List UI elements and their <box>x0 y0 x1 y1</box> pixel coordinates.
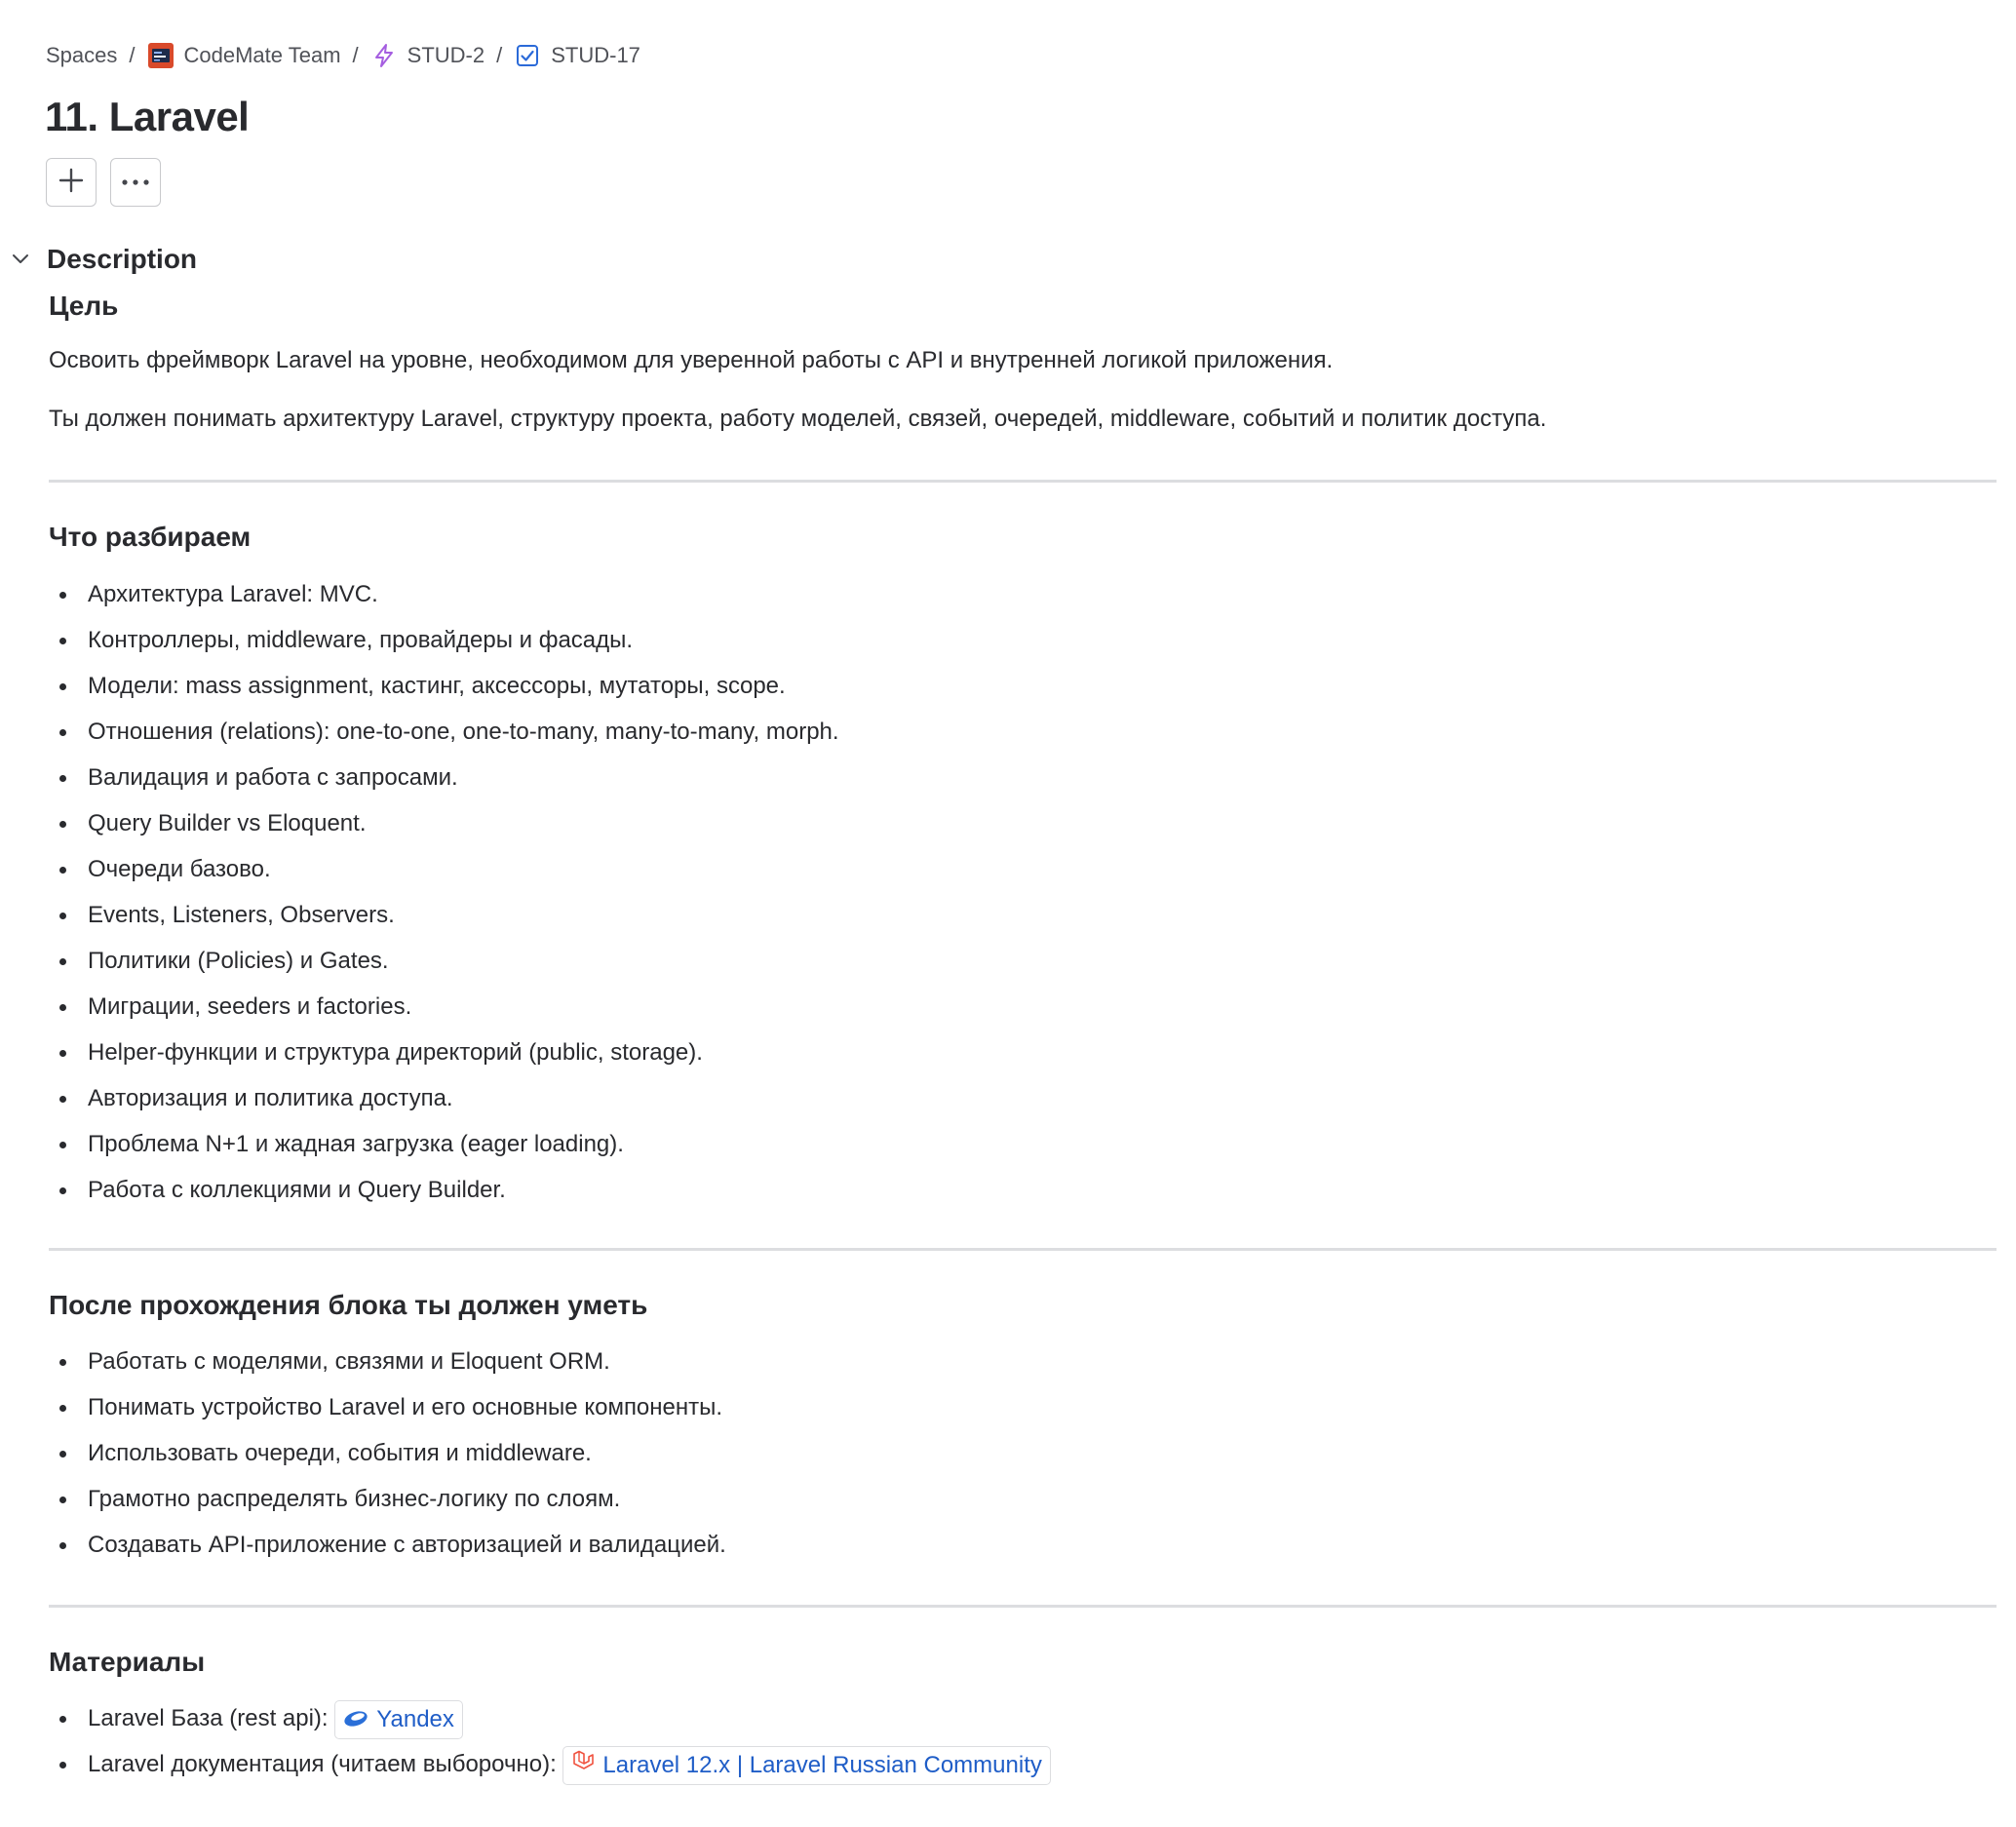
divider <box>49 1248 1997 1251</box>
yandex-disk-icon <box>343 1701 368 1738</box>
add-button[interactable] <box>46 158 97 207</box>
add-icon <box>58 168 84 198</box>
title-actions <box>46 158 161 207</box>
breadcrumb-label: Spaces <box>46 43 118 67</box>
list-item: Laravel База (rest api): Yandex <box>49 1695 1051 1741</box>
list-item: Events, Listeners, Observers. <box>49 892 839 938</box>
list-item: Laravel документация (читаем выборочно):… <box>49 1741 1051 1787</box>
breadcrumb-project[interactable]: CodeMate Team <box>147 42 341 69</box>
list-item: Отношения (relations): one-to-one, one-t… <box>49 709 839 755</box>
list-item: Политики (Policies) и Gates. <box>49 938 839 984</box>
materials-list: Laravel База (rest api): Yandex Laravel … <box>49 1695 1051 1787</box>
breadcrumb-task[interactable]: STUD-17 <box>514 42 640 69</box>
divider <box>49 480 1997 483</box>
link-label: Laravel 12.x | Laravel Russian Community <box>602 1751 1042 1778</box>
material-text: Laravel База (rest api): <box>88 1705 329 1731</box>
more-icon <box>121 174 150 191</box>
list-item: Helper-функции и структура директорий (p… <box>49 1030 839 1075</box>
list-item: Использовать очереди, события и middlewa… <box>49 1430 726 1476</box>
list-item: Работать с моделями, связями и Eloquent … <box>49 1339 726 1384</box>
breadcrumb-spaces[interactable]: Spaces <box>46 43 117 68</box>
description-label: Description <box>47 244 198 274</box>
list-item: Модели: mass assignment, кастинг, аксесс… <box>49 663 839 709</box>
list-item: Контроллеры, middleware, провайдеры и фа… <box>49 617 839 663</box>
goal-paragraph: Ты должен понимать архитектуру Laravel, … <box>49 406 1547 432</box>
list-item: Миграции, seeders и factories. <box>49 984 839 1030</box>
goal-paragraph: Освоить фреймворк Laravel на уровне, нео… <box>49 347 1334 373</box>
breadcrumb: Spaces / CodeMate Team / STUD-2 / STUD-1… <box>46 41 640 70</box>
breadcrumb-label: STUD-2 <box>407 43 485 67</box>
material-text: Laravel документация (читаем выборочно): <box>88 1751 557 1777</box>
link-label: Yandex <box>376 1705 454 1732</box>
outcomes-list: Работать с моделями, связями и Eloquent … <box>49 1339 726 1568</box>
breadcrumb-separator: / <box>129 43 136 67</box>
divider <box>49 1605 1997 1608</box>
topics-heading: Что разбираем <box>49 522 252 552</box>
list-item: Понимать устройство Laravel и его основн… <box>49 1384 726 1430</box>
description-header: Description <box>10 244 197 275</box>
yandex-link[interactable]: Yandex <box>334 1699 463 1739</box>
breadcrumb-epic[interactable]: STUD-2 <box>370 42 485 69</box>
page-title: 11. Laravel <box>45 94 250 139</box>
breadcrumb-label: STUD-17 <box>551 43 640 67</box>
topics-list: Архитектура Laravel: MVC. Контроллеры, m… <box>49 571 839 1213</box>
materials-heading: Материалы <box>49 1647 206 1677</box>
breadcrumb-separator: / <box>496 43 503 67</box>
breadcrumb-separator: / <box>352 43 359 67</box>
list-item: Авторизация и политика доступа. <box>49 1075 839 1121</box>
goal-heading: Цель <box>49 291 119 321</box>
chevron-down-icon[interactable] <box>10 249 31 270</box>
project-avatar-icon <box>147 42 174 69</box>
laravel-docs-link[interactable]: Laravel 12.x | Laravel Russian Community <box>562 1745 1051 1785</box>
list-item: Работа с коллекциями и Query Builder. <box>49 1167 839 1213</box>
epic-lightning-icon <box>370 42 398 69</box>
list-item: Грамотно распределять бизнес-логику по с… <box>49 1476 726 1522</box>
list-item: Query Builder vs Eloquent. <box>49 800 839 846</box>
list-item: Проблема N+1 и жадная загрузка (eager lo… <box>49 1121 839 1167</box>
outcomes-heading: После прохождения блока ты должен уметь <box>49 1290 648 1320</box>
list-item: Очереди базово. <box>49 846 839 892</box>
laravel-logo-icon <box>571 1747 595 1784</box>
task-checkbox-icon <box>514 42 541 69</box>
more-actions-button[interactable] <box>110 158 161 207</box>
list-item: Архитектура Laravel: MVC. <box>49 571 839 617</box>
breadcrumb-label: CodeMate Team <box>183 43 341 67</box>
list-item: Создавать API-приложение с авторизацией … <box>49 1522 726 1568</box>
list-item: Валидация и работа с запросами. <box>49 755 839 800</box>
